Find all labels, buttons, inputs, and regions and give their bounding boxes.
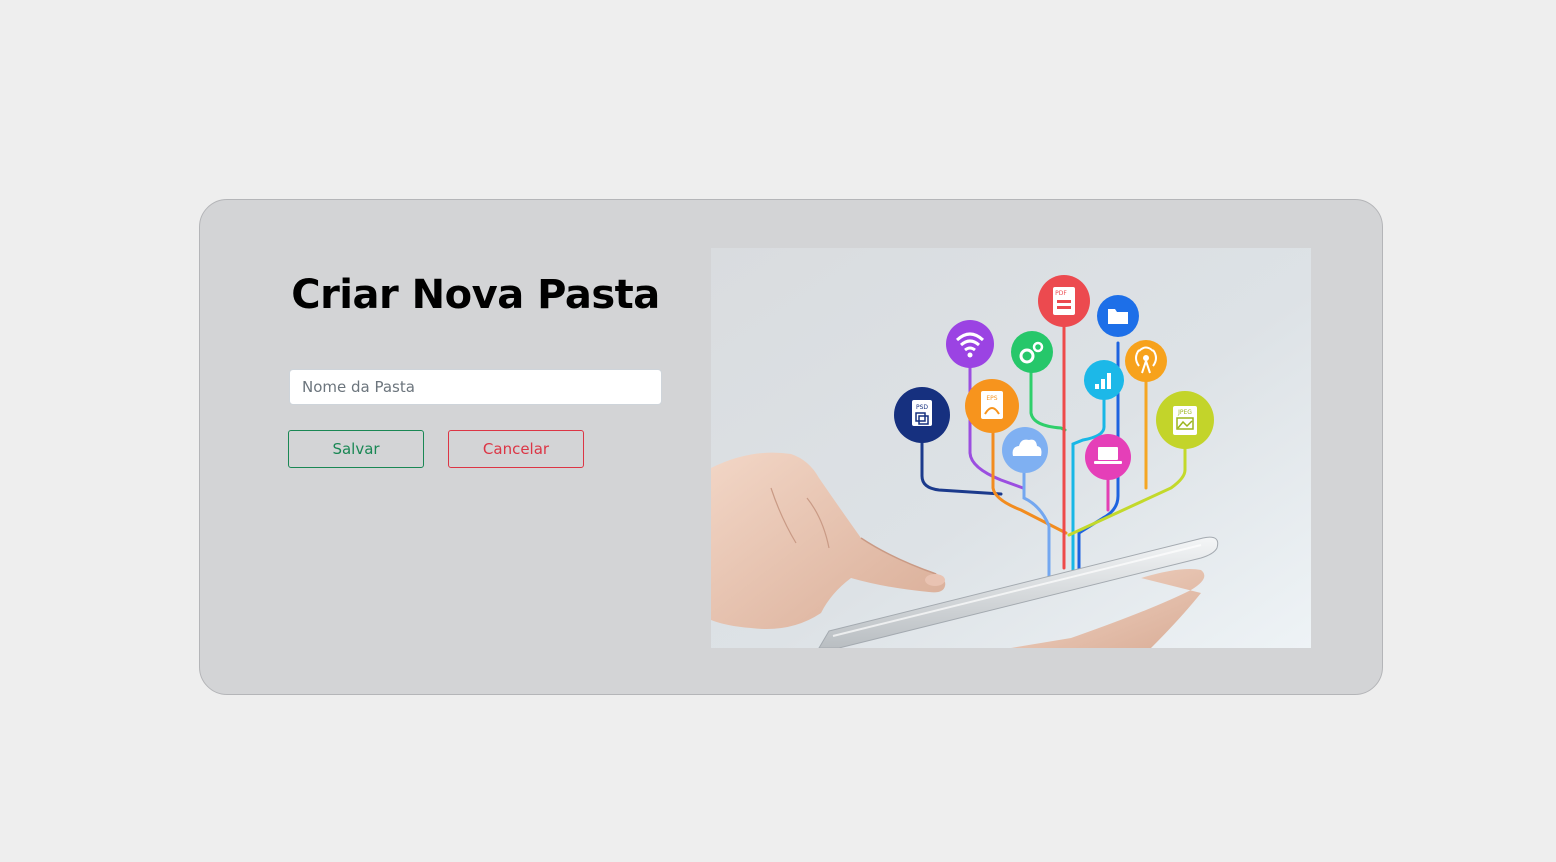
tablet-hand-illustration: PSD EPS PDF JPEG [711,248,1311,648]
antenna-icon [1125,340,1167,382]
page-title: Criar Nova Pasta [291,272,660,318]
cloud-icon [1002,427,1048,473]
svg-text:PSD: PSD [916,404,928,411]
psd-file-icon: PSD [894,387,950,443]
svg-text:EPS: EPS [986,395,997,402]
wifi-icon [946,320,994,368]
svg-text:JPEG: JPEG [1177,409,1192,416]
bar-chart-icon [1084,360,1124,400]
folder-name-input[interactable] [289,369,662,405]
folder-icon [1097,295,1139,337]
gears-icon [1011,331,1053,373]
laptop-icon [1085,434,1131,480]
cancel-button[interactable]: Cancelar [448,430,584,468]
create-folder-card: Criar Nova Pasta Salvar Cancelar [199,199,1383,695]
pdf-file-icon: PDF [1038,275,1090,327]
save-button[interactable]: Salvar [288,430,424,468]
svg-text:PDF: PDF [1055,290,1067,297]
jpeg-file-icon: JPEG [1156,391,1214,449]
eps-file-icon: EPS [965,379,1019,433]
